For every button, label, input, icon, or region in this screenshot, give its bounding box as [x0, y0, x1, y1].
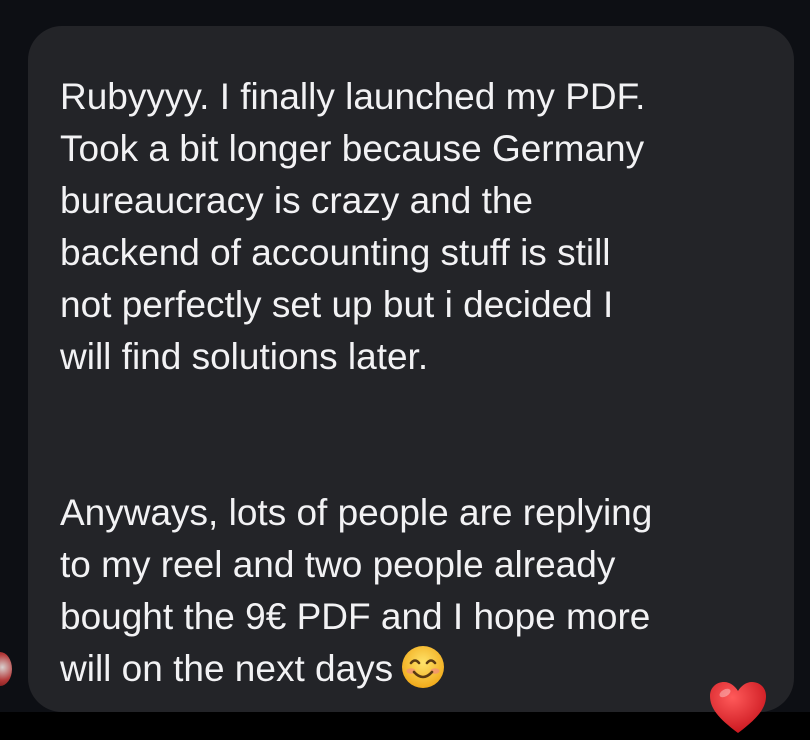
message-line-last: will on the next days: [60, 643, 764, 695]
message-line: Anyways, lots of people are replying: [60, 492, 653, 533]
bottom-bar: [0, 712, 810, 740]
sender-avatar[interactable]: [0, 652, 12, 686]
message-line-text: will on the next days: [60, 648, 394, 689]
message-paragraph-2: Anyways, lots of people are replying to …: [60, 487, 764, 695]
chat-screen: Rubyyyy. I finally launched my PDF. Took…: [0, 0, 810, 740]
smiling-face-emoji-icon: [402, 646, 445, 688]
message-line: Took a bit longer because Germany: [60, 128, 645, 169]
message-line: to my reel and two people already: [60, 544, 616, 585]
message-paragraph-1: Rubyyyy. I finally launched my PDF. Took…: [60, 71, 764, 383]
message-bubble[interactable]: Rubyyyy. I finally launched my PDF. Took…: [28, 26, 794, 712]
message-line: not perfectly set up but i decided I: [60, 284, 614, 325]
message-text: Rubyyyy. I finally launched my PDF. Took…: [60, 71, 764, 695]
message-line: bureaucracy is crazy and the: [60, 180, 534, 221]
message-line: Rubyyyy. I finally launched my PDF.: [60, 76, 646, 117]
heart-reaction-icon[interactable]: [708, 680, 768, 736]
message-line: backend of accounting stuff is still: [60, 232, 611, 273]
message-line: bought the 9€ PDF and I hope more: [60, 596, 651, 637]
message-line: will find solutions later.: [60, 336, 429, 377]
